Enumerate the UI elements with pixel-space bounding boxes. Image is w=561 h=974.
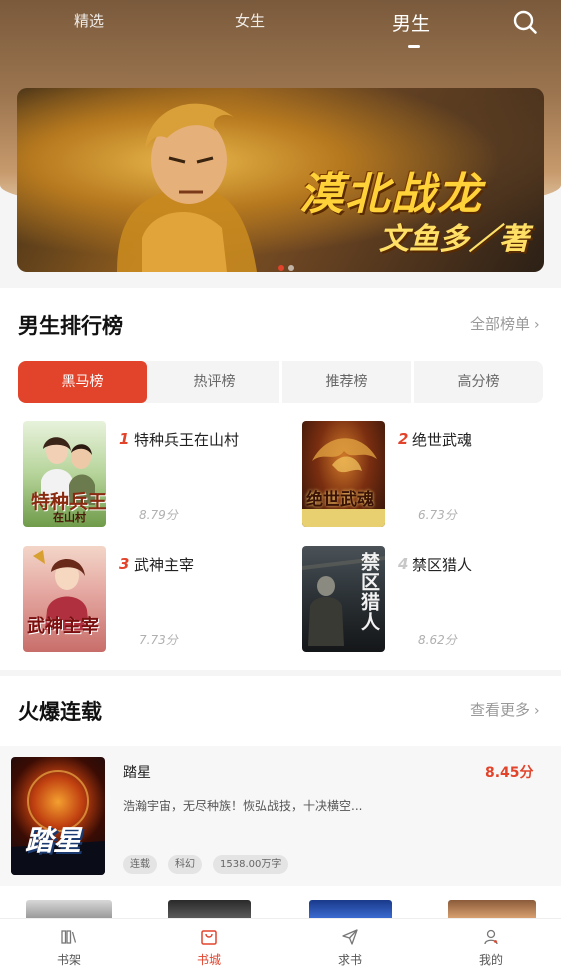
tab-male[interactable]: 男生 [392,9,430,36]
book-name[interactable]: 特种兵王在山村 [134,429,239,450]
user-icon [484,929,498,945]
cover-subtitle: 在山村 [53,511,86,524]
cover-title: 绝世武魂 [306,490,374,510]
grid-book-cover[interactable] [309,900,392,918]
bookshelf-icon [61,930,77,944]
banner-author: 文鱼多／著 [379,222,529,257]
rank-tab-recommended[interactable]: 推荐榜 [282,361,411,403]
book-cover[interactable]: 禁区猎人 [302,546,385,652]
nav-bookshelf-label: 书架 [56,953,81,967]
search-icon[interactable] [512,9,538,35]
rank-tab-high-score[interactable]: 高分榜 [414,361,543,403]
book-score: 6.73分 [418,508,457,522]
book-score: 8.79分 [139,508,178,522]
rank-number: 1 [119,430,130,448]
featured-book-cover[interactable]: 踏星 [11,757,105,875]
nav-bookshelf[interactable]: 书架 [29,919,109,974]
featured-cover-title: 踏星 [25,824,82,857]
banner-character-art [117,103,257,272]
pager-dot [288,265,294,271]
featured-book-description: 浩瀚宇宙，无尽种族！恢弘战技，十决横空... [123,799,363,813]
rank-tab-dark-horse[interactable]: 黑马榜 [18,361,147,403]
grid-book-cover[interactable] [448,900,536,918]
bottom-nav-bar: 书架 书城 求书 我的 [0,918,561,974]
bookstore-bag-icon [201,930,217,945]
book-score: 8.62分 [418,633,457,647]
book-cover[interactable]: 武神主宰 [23,546,106,652]
paper-plane-icon [342,929,358,945]
grid-book-cover[interactable] [26,900,112,918]
featured-book-name[interactable]: 踏星 [123,762,151,782]
ranking-tab-bar: 黑马榜 热评榜 推荐榜 高分榜 [18,361,543,403]
promo-banner[interactable]: 漠北战龙 文鱼多／著 [17,88,544,272]
nav-request-book-label: 求书 [337,953,362,967]
all-rankings-link[interactable]: 全部榜单 › [470,313,540,334]
nav-bookstore[interactable]: 书城 [169,919,249,974]
rank-number: 4 [398,555,409,573]
nav-request-book[interactable]: 求书 [310,919,390,974]
banner-pager-dots [278,256,298,272]
chevron-right-icon: › [534,317,540,333]
cover-illustration [302,438,385,527]
top-tab-bar: 精选 女生 男生 [0,10,561,50]
book-cover[interactable]: 绝世武魂 [302,421,385,527]
ranking-title: 男生排行榜 [18,314,123,338]
tab-featured[interactable]: 精选 [74,10,104,31]
nav-bookstore-label: 书城 [196,953,221,967]
book-cover[interactable]: 特种兵王 在山村 [23,421,106,527]
chevron-right-icon: › [534,703,540,719]
tag-genre: 科幻 [168,855,202,874]
rank-number: 3 [119,555,130,573]
serial-title: 火爆连载 [18,700,102,724]
book-name[interactable]: 禁区猎人 [412,554,472,575]
banner-book-title: 漠北战龙 [299,169,483,220]
book-score: 7.73分 [139,633,178,647]
pager-dot-active [278,265,284,271]
nav-profile[interactable]: 我的 [451,919,531,974]
book-name[interactable]: 绝世武魂 [412,429,472,450]
book-name[interactable]: 武神主宰 [134,554,194,575]
cover-title: 禁区猎人 [358,552,380,632]
cover-title: 武神主宰 [27,616,99,637]
rank-number: 2 [398,430,409,448]
view-more-link[interactable]: 查看更多 › [470,699,540,720]
view-more-label: 查看更多 [470,701,531,719]
all-rankings-label: 全部榜单 [470,315,531,333]
tab-female[interactable]: 女生 [235,10,265,31]
rank-tab-hot-review[interactable]: 热评榜 [150,361,279,403]
tag-word-count: 1538.00万字 [213,855,289,874]
featured-book-score: 8.45分 [485,765,534,781]
tag-status: 连载 [123,855,157,874]
active-tab-indicator [408,45,420,48]
nav-profile-label: 我的 [478,953,503,967]
grid-book-cover[interactable] [168,900,251,918]
